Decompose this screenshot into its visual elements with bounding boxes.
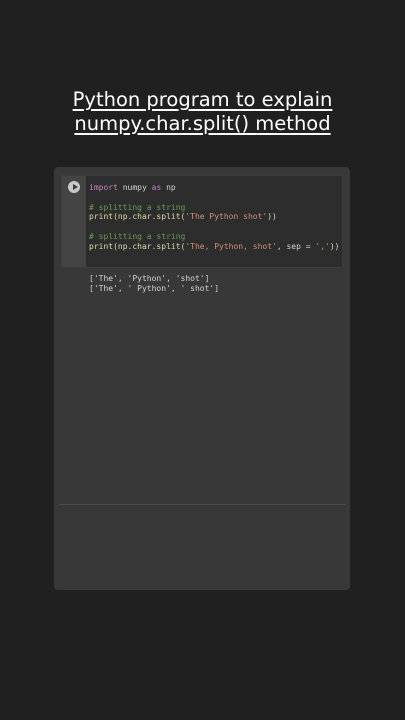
code-text: np	[161, 183, 176, 192]
code-comment: # splitting a string	[89, 202, 186, 212]
code-keyword: import	[89, 183, 118, 192]
cell-output: ['The', 'Python', 'shot'] ['The', ' Pyth…	[89, 274, 219, 294]
code-string: ','	[315, 241, 330, 251]
code-text: numpy	[117, 183, 152, 192]
cell-gutter	[62, 176, 86, 267]
code-editor[interactable]: import numpy as np # splitting a string …	[89, 183, 339, 252]
code-text: print(np.char.split(	[89, 212, 186, 222]
code-comment: # splitting a string	[89, 231, 186, 241]
code-text: ))	[329, 241, 340, 251]
title-line-2: numpy.char.split() method	[74, 112, 331, 135]
output-line: ['The', ' Python', ' shot']	[89, 283, 220, 293]
code-cell[interactable]: import numpy as np # splitting a string …	[61, 175, 343, 268]
code-text: ))	[267, 212, 277, 222]
page: Python program to explain numpy.char.spl…	[0, 0, 405, 720]
code-text: , sep =	[276, 241, 316, 251]
code-keyword: as	[151, 183, 162, 192]
output-line: ['The', 'Python', 'shot']	[89, 274, 210, 283]
code-text: print(np.char.split(	[89, 241, 186, 251]
code-string: 'The Python shot'	[185, 212, 268, 222]
title-line-1: Python program to explain	[72, 88, 333, 111]
divider	[59, 504, 345, 505]
code-string: 'The, Python, shot'	[185, 241, 277, 251]
notebook-panel: import numpy as np # splitting a string …	[54, 167, 350, 590]
play-circle-icon[interactable]	[68, 181, 80, 193]
page-title: Python program to explain numpy.char.spl…	[0, 88, 405, 136]
